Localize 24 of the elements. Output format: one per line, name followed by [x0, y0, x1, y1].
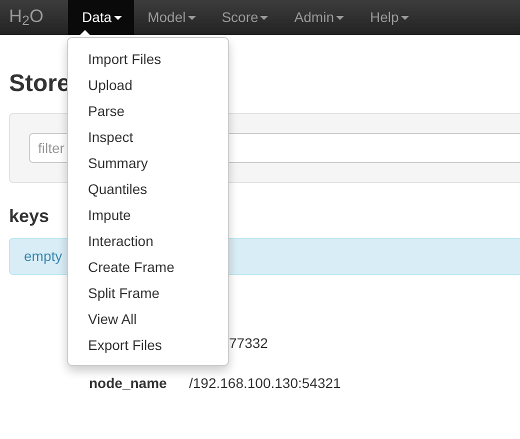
row-value: /192.168.100.130:54321	[189, 374, 341, 392]
nav-menu[interactable]: Score	[208, 0, 280, 35]
menu-item[interactable]: Impute	[68, 202, 228, 228]
page-title: Store	[9, 70, 70, 98]
menu-item[interactable]: Split Frame	[68, 280, 228, 306]
menu-item[interactable]: Import Files	[68, 46, 228, 72]
menu-item[interactable]: Parse	[68, 98, 228, 124]
menu-item[interactable]: Export Files	[68, 332, 228, 358]
section-heading: keys	[9, 205, 50, 228]
row-key: node_name	[89, 363, 189, 403]
nav-menu[interactable]: Data	[68, 0, 134, 35]
nav-menu[interactable]: Model	[134, 0, 208, 35]
menu-item[interactable]: Upload	[68, 72, 228, 98]
caret-icon	[188, 16, 196, 20]
menu-item[interactable]: Quantiles	[68, 176, 228, 202]
caret-icon	[114, 16, 122, 20]
caret-icon	[336, 16, 344, 20]
caret-icon	[260, 16, 268, 20]
nav-menu[interactable]: Admin	[280, 0, 356, 35]
nav-menu[interactable]: Help	[356, 0, 421, 35]
caret-icon	[400, 16, 409, 20]
brand-logo[interactable]: H$_{2}$O	[0, 0, 68, 35]
menu-item[interactable]: View All	[68, 306, 228, 332]
row-value: 77332	[228, 334, 269, 352]
